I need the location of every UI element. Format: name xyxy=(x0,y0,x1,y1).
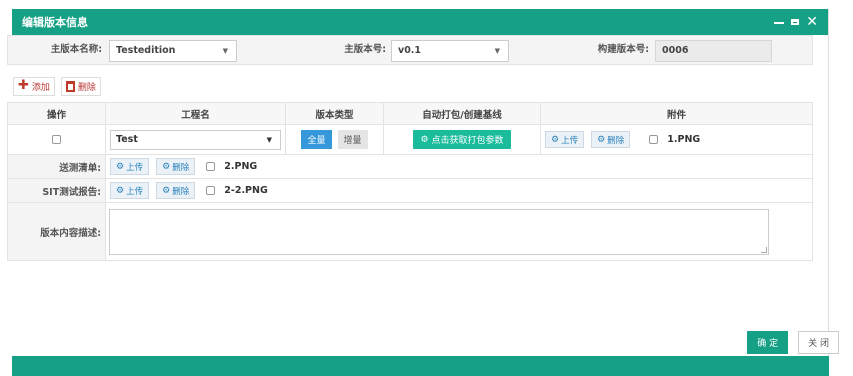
get-package-params-label: 点击获取打包参数 xyxy=(431,136,504,146)
main-version-no-label: 主版本号: xyxy=(344,44,386,55)
sit-report-delete-button[interactable]: ⚙ 删除 xyxy=(156,182,196,199)
attachment-filename: 1.PNG xyxy=(667,133,701,145)
gear-icon: ⚙ xyxy=(116,161,125,172)
ok-button[interactable]: 确 定 xyxy=(747,331,789,354)
delete-button[interactable]: 删除 xyxy=(60,76,101,96)
gear-icon: ⚙ xyxy=(420,134,429,145)
dialog-titlebar: 编辑版本信息 ✕ xyxy=(12,9,828,35)
gear-icon: ⚙ xyxy=(162,185,171,196)
sit-report-upload-label: 上传 xyxy=(126,186,144,197)
minimize-icon[interactable] xyxy=(774,22,785,24)
dialog-footer: 确 定 关 闭 xyxy=(747,331,839,354)
dialog-title: 编辑版本信息 xyxy=(22,16,88,29)
project-table: 操作 工程名 版本类型 自动打包/创建基线 附件 Test ▼ 全量 增量 ⚙ 点击… xyxy=(7,102,813,261)
description-textarea[interactable] xyxy=(109,208,769,255)
sit-report-filename: 2-2.PNG xyxy=(224,184,268,196)
incremental-version-button[interactable]: 增量 xyxy=(337,130,368,149)
resize-grip-icon[interactable] xyxy=(761,246,767,253)
table-row: Test ▼ 全量 增量 ⚙ 点击获取打包参数 ⚙ 上传 ⚙ 删除 1.PNG xyxy=(7,124,813,155)
project-value: Test xyxy=(116,133,138,145)
header-attachment: 附件 xyxy=(540,102,813,125)
gear-icon: ⚙ xyxy=(116,185,125,196)
build-version-label: 构建版本号: xyxy=(597,44,649,55)
table-header-row: 操作 工程名 版本类型 自动打包/创建基线 附件 xyxy=(7,102,813,125)
send-list-delete-button[interactable]: ⚙ 删除 xyxy=(156,158,196,175)
delete-label: 删除 xyxy=(77,82,96,93)
main-version-no-select[interactable]: v0.1 ▼ xyxy=(391,40,509,62)
build-version-field: 0006 xyxy=(655,40,772,62)
send-list-label: 送测清单: xyxy=(7,154,106,179)
upload-button[interactable]: ⚙ 上传 xyxy=(545,131,585,148)
description-row: 版本内容描述: xyxy=(7,202,813,261)
plus-icon: ✚ xyxy=(18,78,29,93)
bottom-bar xyxy=(12,356,829,376)
description-label: 版本内容描述: xyxy=(7,202,106,261)
chevron-down-icon: ▼ xyxy=(266,135,272,144)
header-version-type: 版本类型 xyxy=(285,102,384,125)
send-list-upload-button[interactable]: ⚙ 上传 xyxy=(110,158,150,175)
maximize-icon[interactable] xyxy=(791,19,800,25)
main-version-name-select[interactable]: Testedition ▼ xyxy=(109,40,237,62)
row-checkbox[interactable] xyxy=(52,135,61,144)
sit-report-upload-button[interactable]: ⚙ 上传 xyxy=(110,182,150,199)
chevron-down-icon: ▼ xyxy=(494,47,500,55)
main-version-name-value: Testedition xyxy=(116,45,176,56)
send-list-filename: 2.PNG xyxy=(224,160,258,172)
add-label: 添加 xyxy=(31,82,50,93)
sit-report-row: SIT测试报告: ⚙ 上传 ⚙ 删除 2-2.PNG xyxy=(7,178,813,203)
toolbar: ✚ 添加 删除 xyxy=(7,70,813,102)
send-list-checkbox[interactable] xyxy=(206,161,216,171)
add-button[interactable]: ✚ 添加 xyxy=(13,76,55,96)
sit-report-checkbox[interactable] xyxy=(206,185,216,195)
sit-report-delete-label: 删除 xyxy=(172,186,190,197)
delete-attachment-button[interactable]: ⚙ 删除 xyxy=(591,131,631,148)
delete-attachment-label: 删除 xyxy=(607,135,625,146)
get-package-params-button[interactable]: ⚙ 点击获取打包参数 xyxy=(413,130,511,149)
chevron-down-icon: ▼ xyxy=(222,47,228,55)
gear-icon: ⚙ xyxy=(551,134,560,145)
close-icon[interactable]: ✕ xyxy=(806,15,818,29)
sit-report-label: SIT测试报告: xyxy=(7,178,106,203)
project-select[interactable]: Test ▼ xyxy=(110,129,281,150)
trash-icon xyxy=(65,80,75,92)
send-list-upload-label: 上传 xyxy=(126,162,144,173)
gear-icon: ⚙ xyxy=(162,161,171,172)
build-version-value: 0006 xyxy=(662,45,689,56)
header-project: 工程名 xyxy=(105,102,286,125)
send-list-row: 送测清单: ⚙ 上传 ⚙ 删除 2.PNG xyxy=(7,154,813,179)
upload-label: 上传 xyxy=(561,135,579,146)
header-auto-package: 自动打包/创建基线 xyxy=(383,102,541,125)
main-version-name-label: 主版本名称: xyxy=(50,44,102,55)
close-button[interactable]: 关 闭 xyxy=(798,331,839,354)
gear-icon: ⚙ xyxy=(597,134,606,145)
send-list-delete-label: 删除 xyxy=(172,162,190,173)
attachment-checkbox[interactable] xyxy=(649,134,659,144)
full-version-button[interactable]: 全量 xyxy=(301,130,332,149)
header-operation: 操作 xyxy=(7,102,106,125)
version-form-row: 主版本名称: Testedition ▼ 主版本号: v0.1 ▼ 构建版本号:… xyxy=(7,35,813,65)
main-version-no-value: v0.1 xyxy=(398,45,422,56)
